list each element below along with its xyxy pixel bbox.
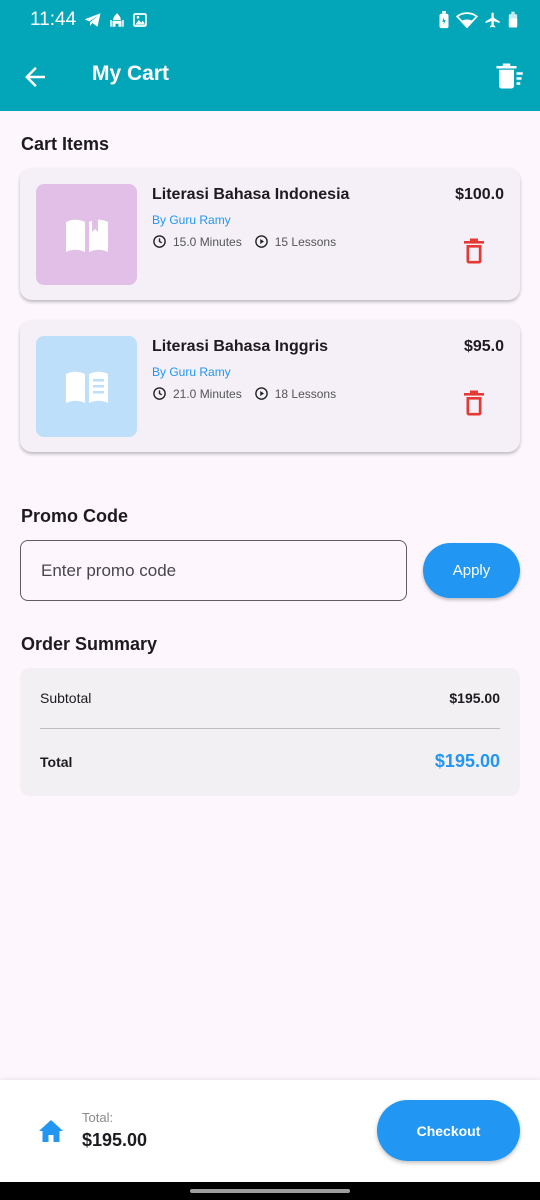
mosque-icon (110, 13, 124, 27)
delete-icon[interactable] (462, 238, 486, 264)
wifi-icon (456, 12, 478, 28)
course-price: $100.0 (455, 186, 504, 203)
status-notifications (84, 11, 148, 29)
clear-cart-icon[interactable] (494, 61, 524, 91)
order-summary-heading: Order Summary (21, 634, 158, 654)
telegram-icon (84, 13, 101, 27)
subtotal-label: Subtotal (40, 690, 92, 706)
home-gesture-handle[interactable] (190, 1189, 350, 1193)
home-icon[interactable] (38, 1119, 64, 1143)
open-book-icon (65, 217, 108, 252)
play-circle-icon (254, 387, 268, 400)
course-author: By Guru Ramy (152, 213, 231, 227)
divider (40, 728, 500, 729)
bottom-total-label: Total: (82, 1110, 114, 1125)
checkout-button[interactable]: Checkout (377, 1100, 520, 1161)
total-value: $195.00 (434, 751, 500, 771)
subtotal-value: $195.00 (449, 690, 500, 706)
promo-code-input[interactable] (20, 540, 407, 601)
order-summary-card: Subtotal $195.00 Total $195.00 (20, 668, 520, 796)
airplane-icon (485, 12, 500, 28)
bottom-checkout-bar: Total: $195.00 Checkout (0, 1080, 540, 1182)
course-title: Literasi Bahasa Indonesia (152, 186, 350, 203)
apply-button[interactable]: Apply (423, 543, 520, 598)
back-arrow-icon[interactable] (20, 62, 50, 92)
battery-saver-icon (439, 11, 449, 29)
course-price: $95.0 (463, 338, 504, 355)
app-bar: My Cart (0, 40, 540, 111)
page-title: My Cart (92, 62, 170, 85)
course-lessons: 18 Lessons (274, 386, 337, 401)
delete-icon[interactable] (462, 390, 486, 416)
course-title: Literasi Bahasa Inggris (152, 338, 329, 355)
system-nav-bar (0, 1182, 540, 1200)
total-label: Total (40, 754, 73, 770)
status-time: 11:44 (30, 9, 77, 30)
course-duration: 15.0 Minutes (173, 234, 242, 249)
bottom-total-value: $195.00 (82, 1130, 148, 1150)
image-icon (133, 13, 147, 27)
course-thumbnail (36, 184, 137, 285)
cart-item-card: Literasi Bahasa Indonesia By Guru Ramy 1… (20, 168, 520, 300)
course-meta: 21.0 Minutes 18 Lessons (152, 386, 336, 401)
battery-icon (508, 11, 518, 28)
status-system-icons (438, 11, 518, 29)
clock-icon (153, 387, 166, 400)
course-thumbnail (36, 336, 137, 437)
course-duration: 21.0 Minutes (173, 386, 242, 401)
course-author: By Guru Ramy (152, 365, 231, 379)
status-bar: 11:44 (0, 0, 540, 40)
play-circle-icon (254, 235, 268, 248)
cart-item-card: Literasi Bahasa Inggris By Guru Ramy 21.… (20, 320, 520, 452)
course-meta: 15.0 Minutes 15 Lessons (152, 234, 336, 249)
cart-items-heading: Cart Items (21, 134, 110, 154)
clock-icon (153, 235, 166, 248)
promo-code-heading: Promo Code (21, 506, 129, 526)
course-lessons: 15 Lessons (274, 234, 337, 249)
book-lines-icon (65, 371, 108, 403)
